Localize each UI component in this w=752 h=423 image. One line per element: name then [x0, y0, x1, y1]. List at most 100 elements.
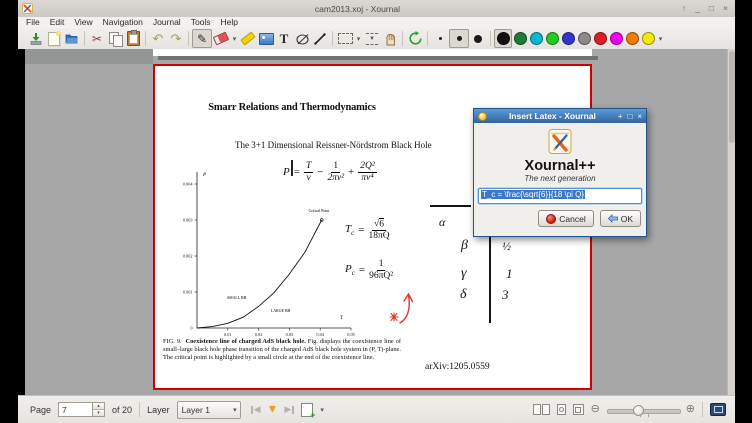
minimize-button[interactable]: _ [695, 4, 700, 13]
dialog-maximize-button[interactable]: □ [627, 112, 632, 121]
handwritten-hline [430, 205, 471, 207]
hand-icon[interactable] [381, 30, 399, 48]
pen-size-thick-icon[interactable] [469, 30, 487, 48]
zoom-out-button[interactable]: ⊖ [591, 404, 600, 415]
handwritten-beta: β [461, 238, 468, 254]
svg-text:0: 0 [190, 326, 192, 331]
latex-input[interactable]: T_c = \frac{\sqrt{6}}{18 \pi Q} [478, 188, 642, 204]
fullscreen-icon[interactable] [710, 403, 726, 416]
undo-icon[interactable]: ↶ [149, 30, 167, 48]
coexistence-plot: P T Critical Point SMALL BH LARGE BH 0.0… [159, 166, 359, 341]
scrollbar-thumb[interactable] [729, 51, 735, 143]
pen-size-fine-icon[interactable] [431, 30, 449, 48]
redo-icon[interactable]: ↷ [167, 30, 185, 48]
page-spin-up[interactable]: ▴ [93, 403, 104, 410]
last-page-button[interactable]: ▶ [284, 405, 294, 414]
page-spinner[interactable]: 7 ▴ ▾ [58, 402, 105, 417]
menu-view[interactable]: View [69, 17, 97, 28]
xournal-window: cam2013.xoj - Xournal ↑ _ □ × File Edit … [18, 0, 735, 423]
ok-arrow-icon [608, 214, 618, 223]
svg-text:0.03: 0.03 [286, 332, 294, 337]
maximize-button[interactable]: □ [709, 4, 714, 13]
open-icon[interactable] [63, 30, 81, 48]
layer-combo[interactable]: Layer 1 ▾ [177, 401, 241, 419]
ok-button[interactable]: OK [600, 210, 641, 227]
figure-caption: FIG. 9. Coexistence line of charged AdS … [163, 338, 401, 362]
page-spinner-value[interactable]: 7 [58, 402, 92, 417]
text-icon[interactable]: T [275, 30, 293, 48]
page-label: Page [30, 405, 51, 415]
fit-page-icon[interactable] [573, 404, 584, 415]
vertical-scrollbar[interactable] [727, 49, 735, 395]
new-journal-icon[interactable] [45, 30, 63, 48]
plot-xlabel: T [340, 316, 344, 321]
dialog-shade-button[interactable]: + [618, 112, 623, 121]
xournalpp-logo [548, 128, 572, 155]
menu-edit[interactable]: Edit [45, 17, 70, 28]
select-dropdown-chevron[interactable]: ▾ [354, 30, 363, 48]
new-page-button[interactable] [301, 403, 313, 417]
cancel-button[interactable]: Cancel [538, 210, 593, 227]
shape-recognizer-icon[interactable] [293, 30, 311, 48]
default-pen-icon[interactable] [406, 30, 424, 48]
app-icon [22, 3, 33, 14]
handwritten-value-three: 3 [502, 287, 509, 303]
handwritten-value-half: ½ [502, 239, 511, 254]
dialog-title-bar[interactable]: Insert Latex - Xournal + □ × [474, 109, 646, 123]
handwritten-gamma: γ [461, 266, 467, 282]
menu-file[interactable]: File [21, 17, 45, 28]
vertical-space-icon[interactable]: ▼ [363, 30, 381, 48]
zoom-slider-handle[interactable] [633, 405, 644, 416]
dialog-close-button[interactable]: × [637, 112, 642, 121]
highlighter-icon[interactable] [239, 30, 257, 48]
color-magenta-swatch[interactable] [608, 30, 624, 47]
color-yellow-swatch[interactable] [640, 30, 656, 47]
ruler-icon[interactable] [311, 30, 329, 48]
single-page-view-icon[interactable] [557, 404, 566, 415]
pen-icon[interactable]: ✎ [192, 29, 212, 48]
menu-help[interactable]: Help [216, 17, 243, 28]
menu-journal[interactable]: Journal [148, 17, 186, 28]
page-actions-chevron[interactable]: ▾ [320, 406, 324, 414]
color-black-swatch[interactable] [494, 29, 512, 48]
rect-select-icon[interactable] [336, 30, 354, 48]
color-orange-swatch[interactable] [624, 30, 640, 47]
large-bh-label: LARGE BH [271, 309, 291, 313]
menu-navigation[interactable]: Navigation [98, 17, 148, 28]
paste-icon[interactable] [124, 30, 142, 48]
shade-button[interactable]: ↑ [682, 4, 686, 13]
zoom-in-button[interactable]: ⊕ [686, 404, 695, 415]
plot-ylabel: P [202, 173, 206, 178]
svg-text:0.002: 0.002 [183, 254, 193, 259]
zoom-slider-track[interactable] [607, 409, 681, 414]
image-icon[interactable] [257, 30, 275, 48]
color-green-swatch[interactable] [544, 30, 560, 47]
first-page-button[interactable]: ◀ [251, 405, 261, 414]
arxiv-id: arXiv:1205.0559 [425, 362, 490, 372]
menu-tools[interactable]: Tools [186, 17, 216, 28]
title-bar: cam2013.xoj - Xournal ↑ _ □ × [18, 0, 735, 18]
cut-icon[interactable]: ✂ [88, 30, 106, 48]
color-blue-swatch[interactable] [560, 30, 576, 47]
color-dropdown-chevron[interactable]: ▾ [656, 30, 665, 48]
paper-subtitle: The 3+1 Dimensional Reissner-Nördstrom B… [235, 140, 505, 150]
color-red-swatch[interactable] [592, 30, 608, 47]
copy-icon[interactable] [106, 30, 124, 48]
screen: cam2013.xoj - Xournal ↑ _ □ × File Edit … [0, 0, 752, 423]
close-button[interactable]: × [723, 4, 728, 13]
next-annotated-page-button[interactable]: ▼ [268, 405, 278, 415]
color-dark-green-swatch[interactable] [512, 30, 528, 47]
window-title: cam2013.xoj - Xournal [33, 4, 682, 14]
dual-page-view-icon[interactable] [533, 404, 550, 415]
color-light-blue-swatch[interactable] [528, 30, 544, 47]
page-spin-down[interactable]: ▾ [93, 410, 104, 416]
color-gray-swatch[interactable] [576, 30, 592, 47]
eraser-icon[interactable] [212, 30, 230, 48]
save-icon[interactable] [27, 30, 45, 48]
eraser-dropdown-chevron[interactable]: ▾ [230, 30, 239, 48]
critical-point-label: Critical Point [309, 209, 331, 213]
tc-formula: Tc = √618πQ [345, 219, 390, 242]
pen-size-medium-icon[interactable] [449, 29, 469, 48]
red-arrow [400, 294, 413, 323]
zoom-slider[interactable] [607, 405, 679, 415]
